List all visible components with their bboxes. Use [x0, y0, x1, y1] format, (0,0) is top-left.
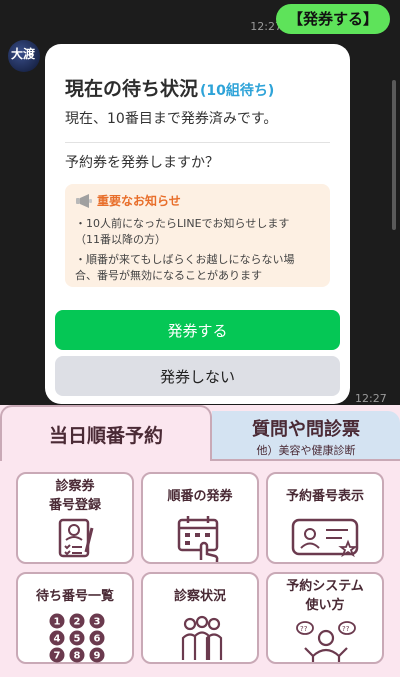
tile-register-card-line2: 番号登録	[48, 498, 101, 513]
number-label: 1	[54, 617, 61, 628]
scrollbar[interactable]	[392, 80, 396, 230]
notice-title: 重要なお知らせ	[97, 194, 181, 208]
tile-issue-ticket-label: 順番の発券	[167, 489, 233, 504]
notice-box: 重要なお知らせ ・10人前になったらLINEでお知らせします （11番以降の方）…	[65, 184, 330, 287]
notice-line-4: 合、番号が無効になることがあります	[75, 269, 262, 282]
tile-how-to-use-line2: 使い方	[305, 598, 345, 613]
number-label: 3	[94, 617, 101, 628]
number-label: 7	[54, 651, 61, 662]
tile-register-card-line1: 診察券	[55, 479, 95, 494]
card-subtitle: 現在、10番目まで発券済みです。	[65, 111, 278, 127]
tile-waiting-list-label: 待ち番号一覧	[35, 589, 114, 604]
confused-person-icon: ?? ??	[296, 621, 356, 662]
notice-line-2: （11番以降の方）	[75, 233, 166, 246]
megaphone-icon	[76, 193, 92, 208]
notice-line-1: ・10人前になったらLINEでお知らせします	[75, 217, 290, 230]
id-card-icon	[291, 518, 359, 558]
card-time: 12:27	[355, 392, 387, 405]
number-grid-icon: 1 2 3 4 5 6 7 8 9	[49, 613, 105, 663]
tab-questionnaire-title: 質問や問診票	[252, 419, 360, 440]
sent-message-bubble[interactable]: 【発券する】	[275, 4, 390, 34]
patient-card-icon	[58, 518, 94, 558]
number-label: 6	[94, 634, 101, 645]
number-label: 4	[54, 634, 61, 645]
issue-question: 予約券を発券しますか？	[65, 155, 219, 171]
card-title: 現在の待ち状況 (10組待ち)	[65, 74, 274, 101]
tile-how-to-use[interactable]: 予約システム 使い方 ?? ??	[266, 572, 384, 664]
tile-show-number-label: 予約番号表示	[285, 489, 364, 504]
tile-issue-ticket[interactable]: 順番の発券	[141, 472, 259, 564]
wait-count-badge: (10組待ち)	[200, 83, 275, 99]
tab-questionnaire[interactable]: 質問や問診票 他）美容や健康診断	[212, 411, 400, 461]
tile-exam-status[interactable]: 診察状況	[141, 572, 259, 664]
avatar-label: 大渡	[11, 47, 36, 61]
tab-same-day-reservation-label: 当日順番予約	[48, 424, 163, 447]
divider	[65, 142, 330, 143]
number-label: 9	[94, 651, 101, 662]
number-label: 8	[74, 651, 81, 662]
tab-questionnaire-subtitle: 他）美容や健康診断	[256, 444, 356, 457]
notice-header: 重要なお知らせ	[75, 192, 181, 209]
card-title-text: 現在の待ち状況	[65, 78, 199, 100]
tile-register-card[interactable]: 診察券 番号登録	[16, 472, 134, 564]
number-label: 5	[74, 634, 81, 645]
chat-area: 12:27 【発券する】 大渡 現在の待ち状況 (10組待ち) 現在、10番目まで…	[0, 0, 400, 405]
tile-exam-status-label: 診察状況	[173, 589, 226, 604]
queue-status-card: 現在の待ち状況 (10組待ち) 現在、10番目まで発券済みです。 予約券を発券しま…	[45, 44, 350, 404]
tap-calendar-icon	[177, 516, 219, 562]
issue-ticket-button[interactable]: 発券する	[55, 310, 340, 350]
tile-how-to-use-line1: 予約システム	[286, 579, 364, 594]
notice-line-3: ・順番が来てもしばらくお越しにならない場	[75, 253, 295, 266]
avatar[interactable]: 大渡	[8, 40, 40, 72]
tab-same-day-reservation[interactable]: 当日順番予約	[0, 405, 212, 461]
no-issue-button[interactable]: 発券しない	[55, 356, 340, 396]
tile-waiting-list[interactable]: 待ち番号一覧 1 2 3 4 5 6 7 8 9	[16, 572, 134, 664]
svg-text:??: ??	[300, 625, 308, 633]
people-icon	[181, 615, 223, 660]
rich-menu: 質問や問診票 他）美容や健康診断 当日順番予約 診察券 番号登録 順番の発券 予…	[0, 405, 400, 677]
number-label: 2	[74, 617, 81, 628]
svg-text:??: ??	[342, 625, 350, 633]
tile-show-number[interactable]: 予約番号表示	[266, 472, 384, 564]
